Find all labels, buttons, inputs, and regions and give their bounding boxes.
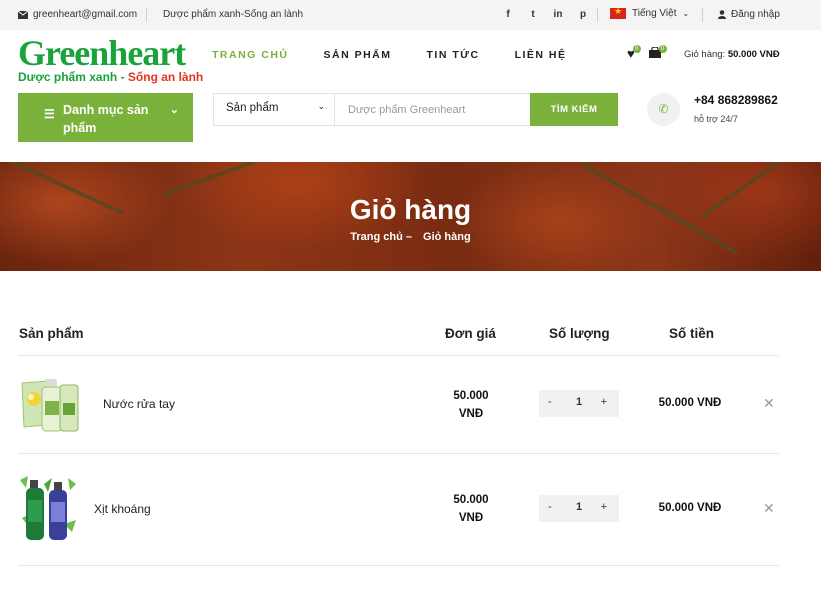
phone-icon: ✆ bbox=[647, 93, 680, 126]
chevron-down-icon: ⌄ bbox=[317, 101, 325, 111]
divider bbox=[597, 8, 598, 22]
remove-item-button[interactable]: ✕ bbox=[763, 500, 775, 517]
product-image[interactable] bbox=[18, 375, 80, 437]
unit-price-value: 50.000 bbox=[453, 494, 489, 506]
line-total: 50.000 VNĐ bbox=[658, 502, 722, 514]
header-amount: Số tiền bbox=[669, 326, 715, 341]
site-logo[interactable]: Greenheart Dược phẩm xanh - Sống an lành bbox=[18, 33, 203, 84]
phone-number[interactable]: +84 868289862 bbox=[694, 93, 778, 107]
product-image[interactable] bbox=[18, 474, 80, 544]
login-link[interactable]: Đăng nhập bbox=[718, 9, 780, 20]
cart-count: 0 bbox=[658, 45, 667, 53]
cart-amount: 50.000 VNĐ bbox=[727, 49, 780, 60]
product-name[interactable]: Nước rửa tay bbox=[103, 397, 175, 411]
top-bar: greenheart@gmail.com Dược phẩm xanh-Sống… bbox=[0, 0, 821, 30]
logo-brand: Greenheart bbox=[18, 33, 186, 73]
twitter-icon[interactable]: t bbox=[527, 9, 539, 20]
nav-item-products[interactable]: SẢN PHẨM bbox=[324, 49, 392, 61]
category-menu-button[interactable]: ☰ Danh mục sản phẩm ⌄ bbox=[18, 93, 193, 142]
breadcrumb-home[interactable]: Trang chủ bbox=[350, 231, 403, 243]
linkedin-icon[interactable]: in bbox=[552, 9, 564, 20]
social-links: f t in p bbox=[502, 9, 589, 20]
tagline-red: Sống an lành bbox=[127, 70, 204, 84]
header-icons: ♥ 0 0 bbox=[627, 45, 667, 61]
facebook-icon[interactable]: f bbox=[502, 9, 514, 20]
slogan-text: Dược phẩm xanh-Sống an lành bbox=[163, 9, 303, 20]
header-unit-price: Đơn giá bbox=[445, 326, 496, 341]
quantity-stepper: - 1 + bbox=[539, 495, 619, 522]
quantity-value[interactable]: 1 bbox=[572, 396, 586, 408]
chevron-down-icon: ⌄ bbox=[682, 9, 690, 18]
wishlist-count: 0 bbox=[632, 45, 641, 53]
logo-tagline: Dược phẩm xanh - Sống an lành bbox=[18, 70, 203, 84]
decrement-button[interactable]: - bbox=[548, 396, 552, 408]
tagline-green: Dược phẩm xanh - bbox=[18, 70, 128, 84]
category-menu-label: Danh mục sản phẩm bbox=[63, 103, 149, 135]
language-label: Tiếng Việt bbox=[632, 8, 677, 19]
unit-price-currency: VNĐ bbox=[458, 408, 484, 420]
search-category-value: Sản phẩm bbox=[226, 102, 279, 114]
user-icon bbox=[718, 10, 726, 19]
cart-button[interactable]: 0 bbox=[648, 45, 667, 61]
remove-item-button[interactable]: ✕ bbox=[763, 395, 775, 412]
menu-icon: ☰ bbox=[44, 107, 55, 121]
quantity-value[interactable]: 1 bbox=[572, 501, 586, 513]
support-hours: hỗ trợ 24/7 bbox=[694, 114, 738, 124]
cart-label: Giỏ hàng: bbox=[684, 49, 726, 60]
page-title: Giỏ hàng bbox=[349, 194, 472, 225]
search-category-select[interactable]: Sản phẩm ⌄ bbox=[214, 94, 335, 125]
decrement-button[interactable]: - bbox=[548, 501, 552, 513]
unit-price-currency: VNĐ bbox=[458, 512, 484, 524]
main-nav: TRANG CHỦ SẢN PHẨM TIN TỨC LIÊN HỆ bbox=[212, 49, 601, 61]
login-label: Đăng nhập bbox=[731, 9, 780, 20]
nav-item-home[interactable]: TRANG CHỦ bbox=[212, 49, 289, 61]
language-selector[interactable]: Tiếng Việt ⌄ bbox=[610, 6, 690, 19]
chevron-down-icon: ⌄ bbox=[169, 104, 179, 116]
increment-button[interactable]: + bbox=[601, 501, 607, 513]
pinterest-icon[interactable]: p bbox=[577, 9, 589, 20]
cart-summary[interactable]: Giỏ hàng: 50.000 VNĐ bbox=[684, 49, 780, 60]
email-contact[interactable]: greenheart@gmail.com bbox=[18, 9, 137, 20]
search-button[interactable]: TÌM KIẾM bbox=[530, 93, 618, 126]
cart-row: Xịt khoáng 50.000 VNĐ - 1 + 50.000 VNĐ ✕ bbox=[18, 454, 779, 566]
increment-button[interactable]: + bbox=[601, 396, 607, 408]
line-total: 50.000 VNĐ bbox=[658, 397, 722, 409]
nav-item-news[interactable]: TIN TỨC bbox=[427, 49, 480, 61]
page-banner: Giỏ hàng Trang chủ – Giỏ hàng bbox=[0, 162, 821, 271]
divider bbox=[702, 8, 703, 22]
header-quantity: Số lượng bbox=[549, 326, 610, 341]
product-name[interactable]: Xịt khoáng bbox=[94, 502, 151, 516]
divider bbox=[146, 8, 147, 22]
cart-table-header: Sản phẩm Đơn giá Số lượng Số tiền bbox=[18, 318, 779, 356]
search-input[interactable] bbox=[336, 94, 531, 125]
header-product: Sản phẩm bbox=[19, 326, 84, 341]
unit-price-value: 50.000 bbox=[453, 390, 489, 402]
mail-icon bbox=[18, 10, 28, 19]
unit-price: 50.000 VNĐ bbox=[438, 387, 504, 423]
vietnam-flag-icon bbox=[610, 6, 626, 19]
breadcrumb-separator: – bbox=[405, 231, 412, 243]
unit-price: 50.000 VNĐ bbox=[438, 491, 504, 527]
breadcrumb-current: Giỏ hàng bbox=[423, 231, 471, 243]
search-bar: Sản phẩm ⌄ TÌM KIẾM bbox=[213, 93, 618, 126]
breadcrumb: Trang chủ – Giỏ hàng bbox=[0, 231, 821, 243]
email-text: greenheart@gmail.com bbox=[33, 9, 138, 20]
cart-row: Nước rửa tay 50.000 VNĐ - 1 + 50.000 VNĐ… bbox=[18, 357, 779, 454]
nav-item-contact[interactable]: LIÊN HỆ bbox=[515, 49, 567, 61]
quantity-stepper: - 1 + bbox=[539, 390, 619, 417]
wishlist-button[interactable]: ♥ 0 bbox=[627, 45, 641, 61]
